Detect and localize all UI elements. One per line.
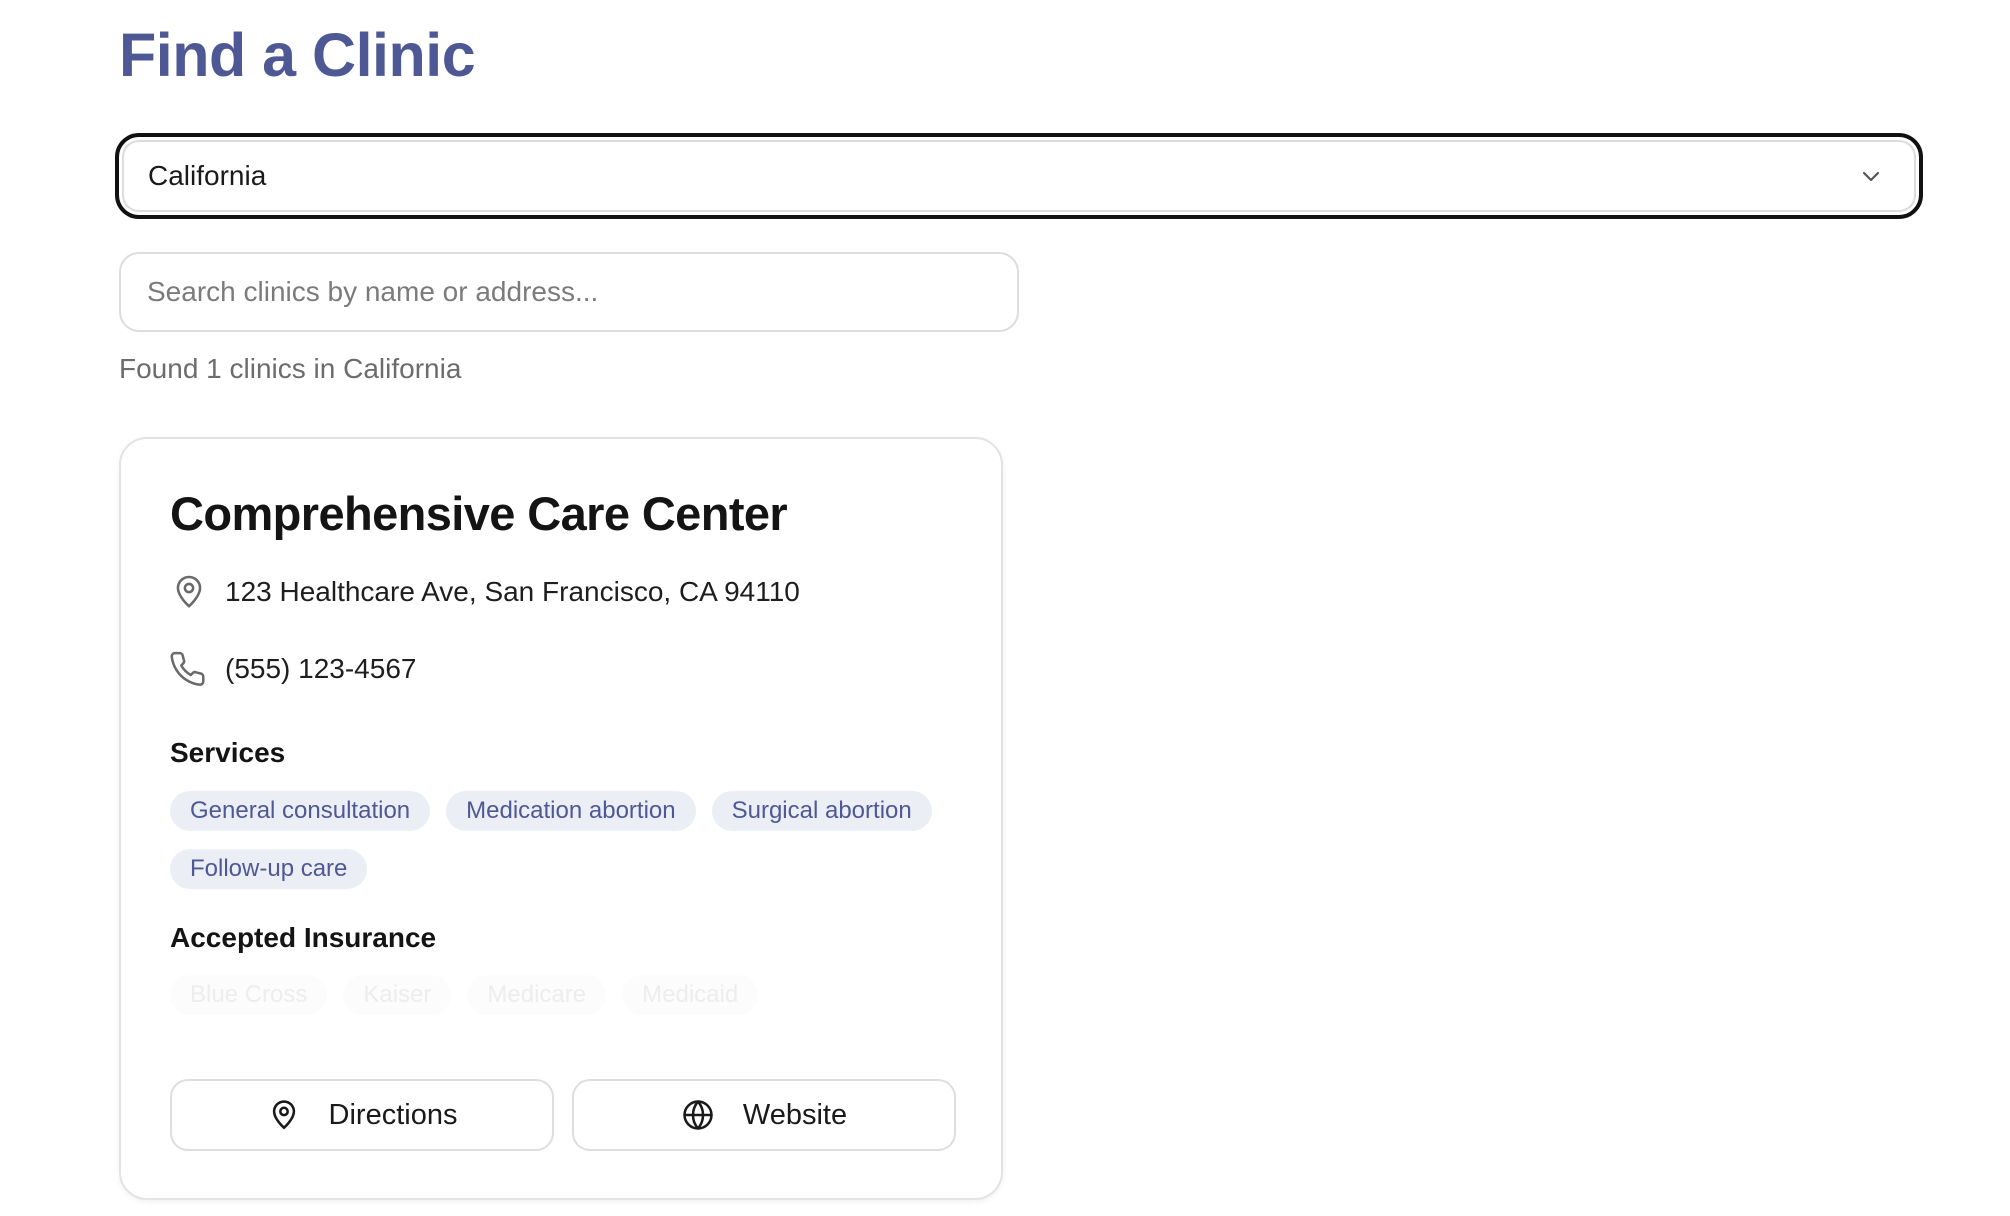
page-title: Find a Clinic xyxy=(119,21,476,89)
website-button[interactable]: Website xyxy=(572,1079,956,1151)
insurance-tag: Blue Cross xyxy=(170,975,328,1015)
insurance-tags: Blue Cross Kaiser Medicare Medicaid xyxy=(170,975,970,1015)
website-label: Website xyxy=(742,1098,848,1131)
globe-icon xyxy=(683,1100,713,1130)
insurance-heading: Accepted Insurance xyxy=(170,922,437,953)
clinic-phone-row: (555) 123-4567 xyxy=(170,647,416,691)
service-tag: Surgical abortion xyxy=(711,791,932,831)
clinic-name: Comprehensive Care Center xyxy=(170,487,788,540)
results-summary: Found 1 clinics in California xyxy=(119,353,462,384)
insurance-tag: Medicaid xyxy=(622,975,759,1015)
clinic-address: 123 Healthcare Ave, San Francisco, CA 94… xyxy=(225,576,800,607)
insurance-tag: Kaiser xyxy=(343,975,452,1015)
map-pin-icon xyxy=(272,1100,295,1130)
insurance-tag: Medicare xyxy=(467,975,607,1015)
services-heading: Services xyxy=(170,737,286,768)
state-select-value: California xyxy=(148,160,267,191)
directions-button[interactable]: Directions xyxy=(170,1079,554,1151)
clinic-address-row: 123 Healthcare Ave, San Francisco, CA 94… xyxy=(170,570,800,614)
service-tag: General consultation xyxy=(170,791,431,831)
service-tag: Follow-up care xyxy=(170,849,368,889)
chevron-down-icon xyxy=(1862,171,1880,182)
map-pin-icon xyxy=(176,575,202,608)
clinic-card: Comprehensive Care Center 123 Healthcare… xyxy=(119,437,1003,1200)
state-select[interactable]: California xyxy=(115,133,1923,219)
services-tags: General consultation Medication abortion… xyxy=(170,791,970,889)
service-tag: Medication abortion xyxy=(446,791,696,831)
phone-icon xyxy=(170,651,205,686)
clinic-phone: (555) 123-4567 xyxy=(225,653,417,684)
search-input[interactable] xyxy=(121,254,1017,330)
search-box xyxy=(119,252,1019,332)
directions-label: Directions xyxy=(328,1098,458,1131)
